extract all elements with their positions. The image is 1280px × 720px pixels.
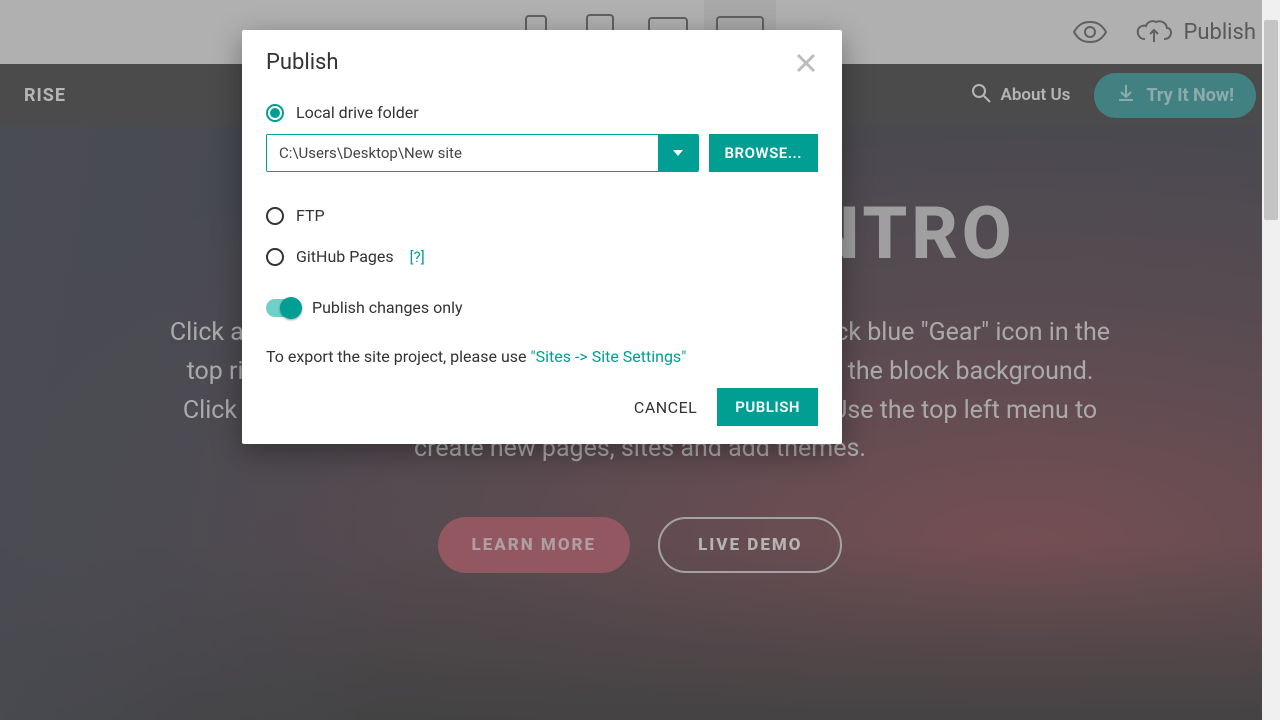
cancel-button[interactable]: CANCEL — [634, 398, 697, 417]
local-path-input[interactable] — [267, 135, 658, 171]
publish-button[interactable]: PUBLISH — [717, 388, 818, 426]
radio-ftp[interactable] — [266, 207, 284, 225]
vertical-scrollbar[interactable] — [1262, 0, 1280, 720]
radio-github[interactable] — [266, 248, 284, 266]
radio-github-label: GitHub Pages — [296, 247, 394, 266]
local-path-field — [266, 134, 699, 172]
changes-only-toggle[interactable] — [266, 299, 300, 317]
export-note: To export the site project, please use "… — [266, 347, 818, 366]
radio-local-folder[interactable] — [266, 104, 284, 122]
changes-only-label: Publish changes only — [312, 298, 463, 317]
path-dropdown-button[interactable] — [658, 135, 698, 171]
export-note-text: To export the site project, please use — [266, 347, 530, 366]
browse-button[interactable]: BROWSE... — [709, 134, 818, 172]
radio-ftp-label: FTP — [296, 206, 325, 225]
radio-local-label: Local drive folder — [296, 103, 419, 122]
github-help-link[interactable]: [?] — [410, 248, 425, 266]
modal-title: Publish — [266, 50, 339, 75]
scrollbar-thumb[interactable] — [1264, 20, 1278, 220]
close-icon[interactable] — [794, 51, 818, 75]
publish-modal: Publish Local drive folder BROWSE... FTP — [242, 30, 842, 444]
export-settings-link[interactable]: "Sites -> Site Settings" — [530, 347, 686, 366]
